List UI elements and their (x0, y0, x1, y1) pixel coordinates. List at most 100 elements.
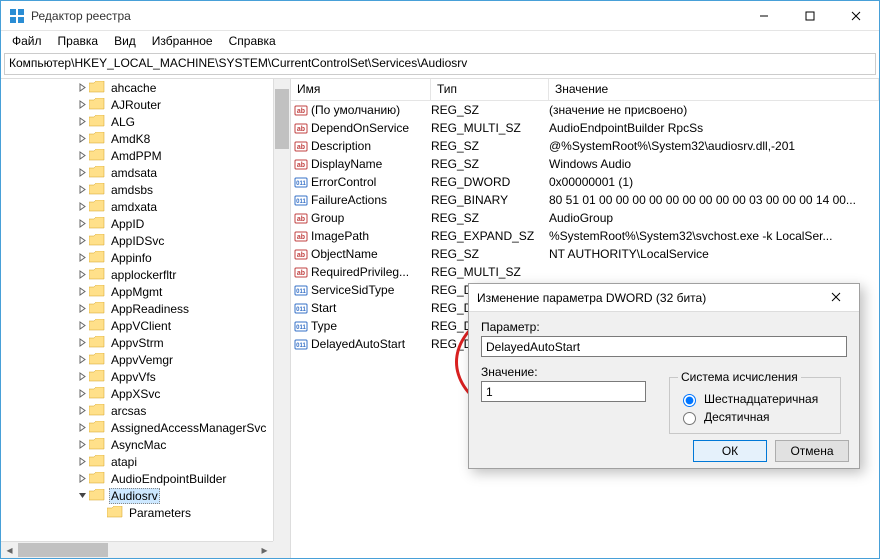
address-bar[interactable]: Компьютер\HKEY_LOCAL_MACHINE\SYSTEM\Curr… (4, 53, 876, 75)
tree-expand-icon[interactable] (75, 321, 89, 330)
tree-item-audiosrv[interactable]: Audiosrv (1, 487, 273, 504)
value-type: REG_SZ (431, 157, 549, 171)
tree-item-appvvemgr[interactable]: AppvVemgr (1, 351, 273, 368)
tree-expand-icon[interactable] (75, 219, 89, 228)
scrollbar-thumb[interactable] (275, 89, 289, 149)
value-row[interactable]: 011ErrorControlREG_DWORD0x00000001 (1) (291, 173, 879, 191)
svg-text:011: 011 (296, 289, 306, 295)
tree-expand-icon[interactable] (75, 338, 89, 347)
tree-item-appvvfs[interactable]: AppvVfs (1, 368, 273, 385)
value-type: REG_MULTI_SZ (431, 265, 549, 279)
tree-item-parameters[interactable]: Parameters (1, 504, 273, 521)
dialog-close-button[interactable] (821, 291, 851, 305)
tree-item-ajrouter[interactable]: AJRouter (1, 96, 273, 113)
tree-item-amdxata[interactable]: amdxata (1, 198, 273, 215)
tree-expand-icon[interactable] (75, 440, 89, 449)
value-field[interactable] (481, 381, 646, 402)
radio-hex[interactable]: Шестнадцатеричная (678, 390, 832, 408)
radio-hex-input[interactable] (683, 394, 696, 407)
tree-expand-icon[interactable] (75, 304, 89, 313)
tree-item-asyncmac[interactable]: AsyncMac (1, 436, 273, 453)
value-type-icon: 011 (291, 193, 311, 207)
tree-item-amdsata[interactable]: amdsata (1, 164, 273, 181)
tree-expand-icon[interactable] (75, 287, 89, 296)
menu-file[interactable]: Файл (5, 32, 49, 50)
menu-view[interactable]: Вид (107, 32, 143, 50)
ok-button[interactable]: ОК (693, 440, 767, 462)
tree-item-audioendpointbuilder[interactable]: AudioEndpointBuilder (1, 470, 273, 487)
tree-item-arcsas[interactable]: arcsas (1, 402, 273, 419)
value-row[interactable]: abImagePathREG_EXPAND_SZ%SystemRoot%\Sys… (291, 227, 879, 245)
tree-expand-icon[interactable] (75, 406, 89, 415)
tree-expand-icon[interactable] (75, 491, 89, 500)
tree-expand-icon[interactable] (75, 236, 89, 245)
tree-item-appinfo[interactable]: Appinfo (1, 249, 273, 266)
menu-help[interactable]: Справка (222, 32, 283, 50)
scroll-right-icon[interactable]: ▸ (256, 543, 273, 557)
tree-item-amdk8[interactable]: AmdK8 (1, 130, 273, 147)
tree-expand-icon[interactable] (75, 151, 89, 160)
tree-expand-icon[interactable] (75, 117, 89, 126)
tree-expand-icon[interactable] (75, 389, 89, 398)
tree-item-appidsvc[interactable]: AppIDSvc (1, 232, 273, 249)
tree-expand-icon[interactable] (75, 270, 89, 279)
tree-expand-icon[interactable] (75, 372, 89, 381)
folder-icon (89, 421, 105, 434)
tree-item-appvstrm[interactable]: AppvStrm (1, 334, 273, 351)
tree-expand-icon[interactable] (75, 253, 89, 262)
tree-expand-icon[interactable] (75, 423, 89, 432)
value-row[interactable]: abObjectNameREG_SZNT AUTHORITY\LocalServ… (291, 245, 879, 263)
maximize-button[interactable] (787, 1, 833, 30)
value-row[interactable]: 011FailureActionsREG_BINARY80 51 01 00 0… (291, 191, 879, 209)
tree-hscroll[interactable]: ◂ ▸ (1, 541, 273, 558)
tree-expand-icon[interactable] (75, 185, 89, 194)
tree-item-amdppm[interactable]: AmdPPM (1, 147, 273, 164)
tree-item-alg[interactable]: ALG (1, 113, 273, 130)
tree-expand-icon[interactable] (75, 100, 89, 109)
tree-item-assignedaccessmanagersvc[interactable]: AssignedAccessManagerSvc (1, 419, 273, 436)
tree-label: Appinfo (109, 251, 154, 265)
value-row[interactable]: abDescriptionREG_SZ@%SystemRoot%\System3… (291, 137, 879, 155)
value-row[interactable]: abRequiredPrivileg...REG_MULTI_SZ (291, 263, 879, 281)
menu-favorites[interactable]: Избранное (145, 32, 220, 50)
minimize-button[interactable] (741, 1, 787, 30)
value-type-icon: ab (291, 103, 311, 117)
tree-expand-icon[interactable] (75, 474, 89, 483)
tree-expand-icon[interactable] (75, 202, 89, 211)
menu-edit[interactable]: Правка (51, 32, 106, 50)
tree-scroll[interactable]: ahcacheAJRouterALGAmdK8AmdPPMamdsataamds… (1, 79, 273, 541)
value-type-icon: 011 (291, 337, 311, 351)
tree-item-appreadiness[interactable]: AppReadiness (1, 300, 273, 317)
tree-item-applockerfltr[interactable]: applockerfltr (1, 266, 273, 283)
value-row[interactable]: abDisplayNameREG_SZWindows Audio (291, 155, 879, 173)
tree-item-atapi[interactable]: atapi (1, 453, 273, 470)
window-title: Редактор реестра (31, 9, 741, 23)
column-name[interactable]: Имя (291, 79, 431, 100)
tree-item-appid[interactable]: AppID (1, 215, 273, 232)
tree-expand-icon[interactable] (75, 355, 89, 364)
scroll-left-icon[interactable]: ◂ (1, 543, 18, 557)
tree-expand-icon[interactable] (75, 168, 89, 177)
folder-icon (89, 217, 105, 230)
tree-item-appxsvc[interactable]: AppXSvc (1, 385, 273, 402)
tree-item-amdsbs[interactable]: amdsbs (1, 181, 273, 198)
tree-item-ahcache[interactable]: ahcache (1, 79, 273, 96)
close-button[interactable] (833, 1, 879, 30)
value-row[interactable]: abDependOnServiceREG_MULTI_SZAudioEndpoi… (291, 119, 879, 137)
param-name-field[interactable] (481, 336, 847, 357)
tree-vscroll[interactable] (273, 79, 290, 541)
radio-dec-input[interactable] (683, 412, 696, 425)
column-type[interactable]: Тип (431, 79, 549, 100)
tree-item-appmgmt[interactable]: AppMgmt (1, 283, 273, 300)
cancel-button[interactable]: Отмена (775, 440, 849, 462)
value-row[interactable]: ab(По умолчанию)REG_SZ(значение не присв… (291, 101, 879, 119)
tree-expand-icon[interactable] (75, 83, 89, 92)
value-row[interactable]: abGroupREG_SZAudioGroup (291, 209, 879, 227)
tree-expand-icon[interactable] (75, 134, 89, 143)
tree-expand-icon[interactable] (75, 457, 89, 466)
tree-item-appvclient[interactable]: AppVClient (1, 317, 273, 334)
column-value[interactable]: Значение (549, 79, 879, 100)
scrollbar-thumb[interactable] (18, 543, 108, 557)
radio-dec[interactable]: Десятичная (678, 408, 832, 426)
tree-label: AsyncMac (109, 438, 168, 452)
